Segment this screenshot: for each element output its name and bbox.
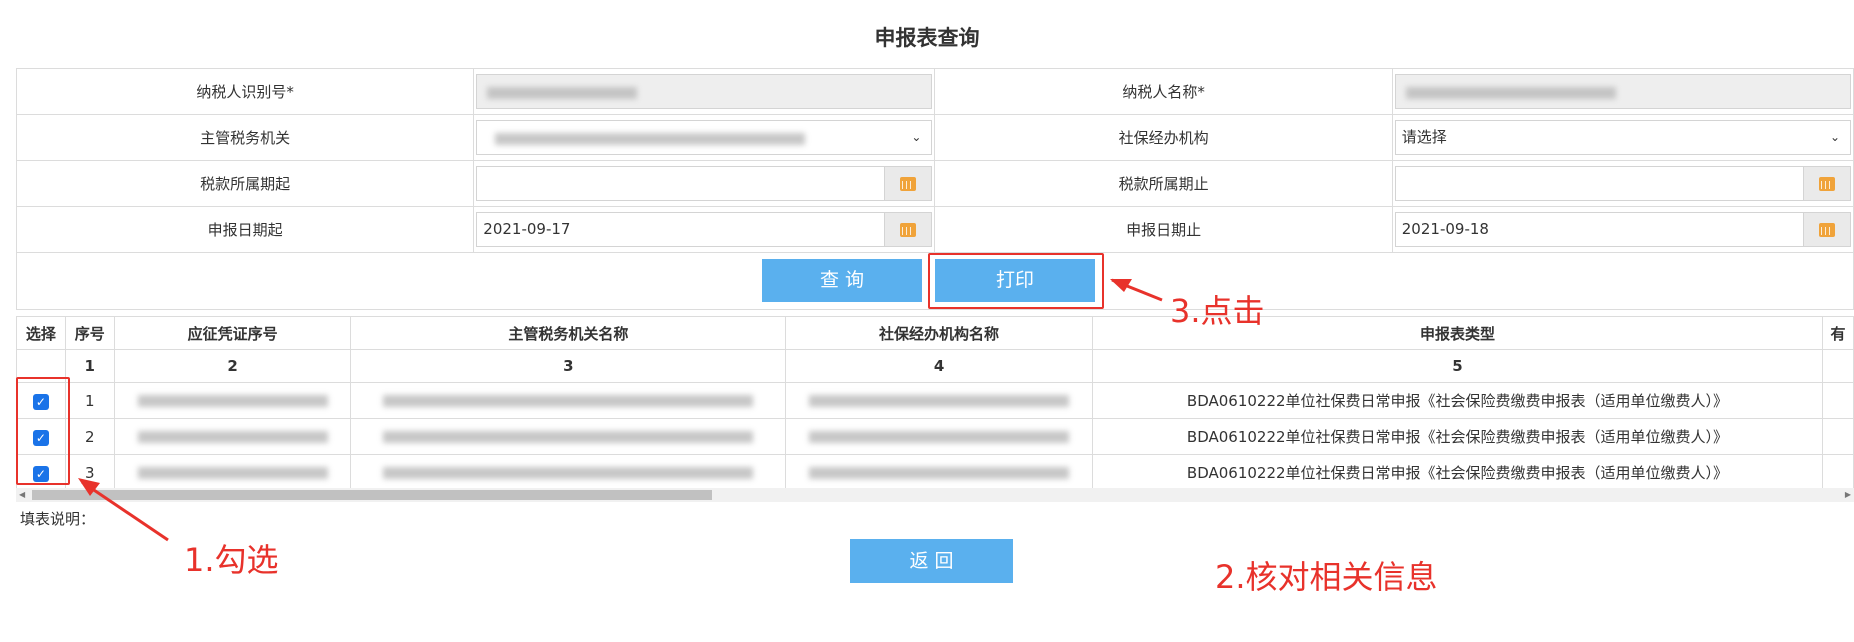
annotation-arrows xyxy=(78,278,1163,542)
arrow-step1 xyxy=(81,480,169,542)
